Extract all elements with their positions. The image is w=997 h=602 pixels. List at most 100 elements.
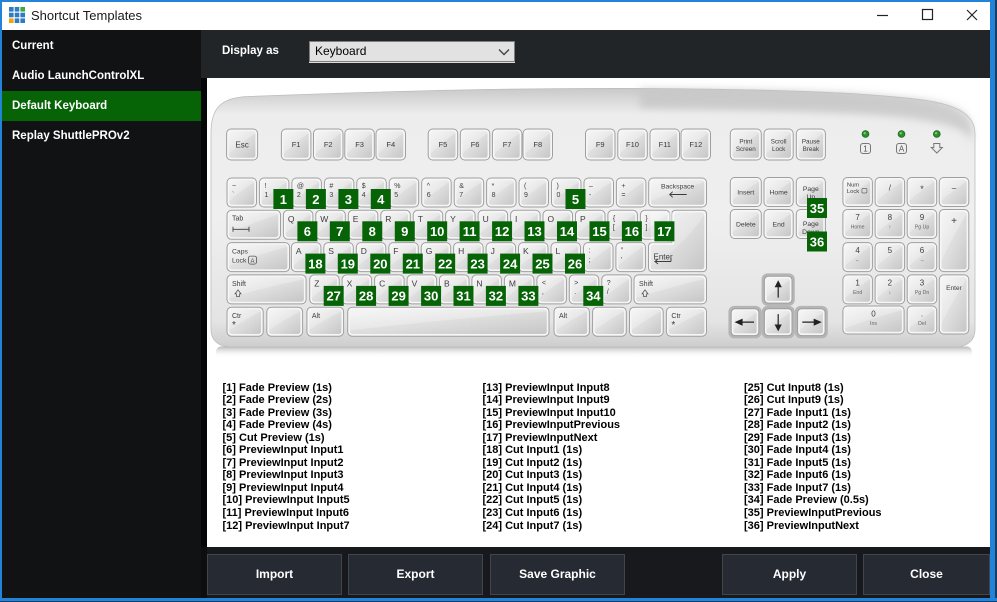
svg-text:M: M — [509, 278, 516, 288]
svg-text:6: 6 — [920, 246, 925, 255]
svg-text:8: 8 — [369, 224, 376, 239]
svg-text:Ctr: Ctr — [671, 313, 681, 320]
svg-text:A: A — [250, 259, 254, 265]
svg-text:2: 2 — [888, 278, 893, 287]
svg-text:0: 0 — [871, 310, 876, 319]
svg-text:Shift: Shift — [232, 281, 246, 288]
svg-text:F1: F1 — [292, 140, 301, 149]
svg-text:F7: F7 — [503, 140, 512, 149]
svg-text:4: 4 — [377, 192, 385, 207]
svg-text:K: K — [523, 246, 529, 256]
svg-text:10: 10 — [430, 224, 444, 239]
svg-text:Home: Home — [851, 225, 865, 231]
svg-text:1: 1 — [863, 145, 868, 154]
svg-text:;: ; — [589, 257, 591, 264]
svg-text:*: * — [492, 183, 495, 190]
svg-text:Insert: Insert — [737, 189, 754, 196]
svg-text:N: N — [476, 278, 482, 288]
svg-text:↑: ↑ — [889, 225, 892, 231]
svg-text:Enter: Enter — [946, 285, 963, 292]
svg-text:7: 7 — [336, 224, 343, 239]
svg-text:R: R — [385, 214, 391, 224]
svg-text:Esc: Esc — [235, 140, 248, 149]
svg-text:F11: F11 — [659, 140, 671, 149]
svg-text:28: 28 — [359, 289, 373, 304]
svg-text:Page: Page — [803, 221, 819, 228]
svg-text:29: 29 — [391, 289, 405, 304]
svg-text:+: + — [951, 216, 957, 227]
svg-text:Delete: Delete — [736, 221, 756, 228]
svg-text:!: ! — [264, 183, 266, 190]
svg-text:~: ~ — [232, 183, 236, 190]
svg-text:Tab: Tab — [232, 215, 243, 222]
svg-text:Lock: Lock — [232, 258, 247, 265]
svg-text:9: 9 — [920, 213, 925, 222]
svg-text:→: → — [919, 258, 924, 264]
svg-text:V: V — [412, 278, 418, 288]
svg-text:Home: Home — [770, 189, 788, 196]
svg-text:0: 0 — [557, 192, 561, 199]
svg-text:.: . — [574, 289, 576, 296]
svg-text:Ins: Ins — [870, 321, 877, 327]
svg-text:S: S — [328, 246, 334, 256]
svg-text:U: U — [483, 214, 489, 224]
svg-text:23: 23 — [470, 256, 484, 271]
svg-text:3: 3 — [329, 192, 333, 199]
svg-text:/: / — [607, 289, 609, 296]
svg-text:H: H — [458, 246, 464, 256]
svg-text:20: 20 — [373, 256, 387, 271]
svg-text:19: 19 — [341, 256, 355, 271]
svg-text:T: T — [418, 214, 423, 224]
svg-text:22: 22 — [438, 256, 452, 271]
svg-text:F: F — [393, 246, 398, 256]
svg-text:End: End — [853, 290, 862, 296]
svg-text:–: – — [589, 183, 593, 190]
svg-text:9: 9 — [524, 192, 528, 199]
svg-text:Pg Dn: Pg Dn — [915, 290, 930, 296]
svg-text:F6: F6 — [471, 140, 480, 149]
svg-text:9: 9 — [401, 224, 408, 239]
svg-text:Alt: Alt — [312, 313, 320, 320]
svg-text:32: 32 — [489, 289, 503, 304]
svg-text:2: 2 — [297, 192, 301, 199]
svg-text:<: < — [542, 280, 546, 287]
svg-text:18: 18 — [308, 256, 322, 271]
svg-text:]: ] — [645, 225, 647, 232]
svg-text:Break: Break — [803, 146, 820, 153]
svg-text:Scroll: Scroll — [771, 138, 787, 145]
svg-text:Lock: Lock — [772, 146, 786, 153]
svg-text:%: % — [394, 183, 400, 190]
svg-text:D: D — [361, 246, 367, 256]
svg-text:17: 17 — [657, 224, 671, 239]
svg-text:Screen: Screen — [736, 146, 756, 153]
svg-text:27: 27 — [326, 289, 340, 304]
svg-text:7: 7 — [855, 213, 860, 222]
svg-text:=: = — [621, 192, 625, 199]
svg-text:Lock: Lock — [847, 189, 859, 195]
svg-text:@: @ — [297, 183, 304, 190]
svg-text:.: . — [921, 310, 923, 319]
svg-text:F5: F5 — [439, 140, 448, 149]
svg-text:16: 16 — [625, 224, 639, 239]
svg-text::: : — [589, 248, 591, 255]
svg-text:F12: F12 — [689, 140, 702, 149]
svg-text:+: + — [621, 183, 625, 190]
svg-text:Y: Y — [450, 214, 456, 224]
svg-text:15: 15 — [592, 224, 606, 239]
svg-text:Q: Q — [288, 214, 295, 224]
svg-text:8: 8 — [888, 213, 893, 222]
svg-text:C: C — [379, 278, 385, 288]
svg-text:L: L — [556, 246, 561, 256]
svg-text:Z: Z — [314, 278, 319, 288]
svg-text:F2: F2 — [324, 140, 333, 149]
svg-text:36: 36 — [810, 234, 824, 249]
svg-text:#: # — [329, 183, 333, 190]
svg-text:F9: F9 — [596, 140, 605, 149]
svg-text:F10: F10 — [626, 140, 639, 149]
svg-text:13: 13 — [527, 224, 541, 239]
svg-text:[: [ — [613, 225, 615, 232]
svg-text:*: * — [232, 320, 236, 331]
svg-text:End: End — [773, 221, 785, 228]
svg-text:Caps: Caps — [232, 249, 248, 256]
svg-text:Pause: Pause — [802, 138, 820, 145]
